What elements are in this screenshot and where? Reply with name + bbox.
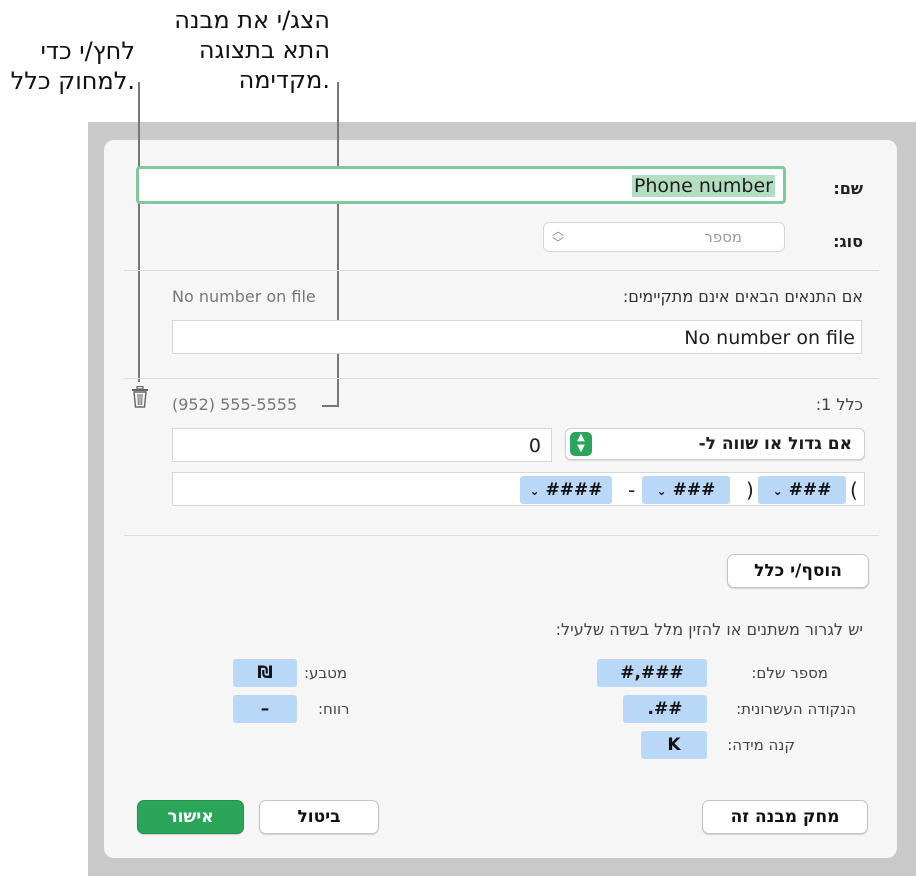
name-field[interactable]: Phone number xyxy=(136,166,786,204)
chevron-down-icon: ⌄ xyxy=(656,484,667,498)
space-token[interactable]: – xyxy=(233,695,297,723)
callout-line-preview xyxy=(337,82,339,407)
decimal-token[interactable]: .## xyxy=(623,695,707,723)
scale-token[interactable]: K xyxy=(641,731,707,759)
divider-top xyxy=(124,270,879,271)
chevron-down-icon: ⌄ xyxy=(772,484,783,498)
no-match-field-text[interactable]: No number on file xyxy=(684,327,855,349)
ok-button[interactable]: אישור xyxy=(137,800,244,834)
callout-line-delete xyxy=(138,82,140,382)
name-input-text[interactable]: Phone number xyxy=(631,175,775,197)
drag-hint: יש לגרור משתנים או להזין מלל בשדה שלעיל: xyxy=(555,620,863,639)
format-open-paren: ( xyxy=(850,478,858,502)
space-label: רווח: xyxy=(318,700,350,718)
format-dash: - xyxy=(628,478,636,502)
format-token-area-code[interactable]: ⌄ ### xyxy=(758,476,846,504)
whole-number-label: מספר שלם: xyxy=(751,664,828,682)
scale-label: קנה מידה: xyxy=(727,736,795,754)
rule1-label: כלל 1: xyxy=(815,395,863,414)
divider-mid xyxy=(124,378,879,379)
no-match-field[interactable]: No number on file xyxy=(172,320,862,354)
rule-condition-text: אם גדול או שווה ל- xyxy=(698,434,852,454)
currency-token[interactable]: ₪ xyxy=(233,659,297,687)
rule1-preview: (952) 555-5555 xyxy=(172,395,298,414)
updown-chevron-icon: ︿ ﹀ xyxy=(552,224,565,250)
delete-format-button[interactable]: מחק מבנה זה xyxy=(702,800,868,834)
format-token-line-number[interactable]: ⌄ #### xyxy=(520,476,612,504)
decimal-label: הנקודה העשרונית: xyxy=(736,700,856,718)
callout-preview: הצג/י את מבנה התא בתצוגה מקדימה. xyxy=(174,6,330,94)
trash-icon[interactable] xyxy=(131,385,149,408)
rule-condition-select[interactable]: אם גדול או שווה ל- ▲ ▼ xyxy=(565,428,865,460)
type-select[interactable]: מספר ︿ ﹀ xyxy=(543,222,785,252)
type-select-value: מספר xyxy=(704,228,742,246)
format-close-paren: ) xyxy=(746,478,754,502)
line-number-token-text: #### xyxy=(545,480,603,500)
rule-value-field[interactable]: 0 xyxy=(172,428,552,462)
updown-green-icon: ▲ ▼ xyxy=(570,432,592,456)
name-label: שם: xyxy=(833,179,863,198)
area-code-token-text: ### xyxy=(788,480,832,500)
chevron-down-icon: ⌄ xyxy=(529,484,540,498)
add-rule-button[interactable]: הוסף/י כלל xyxy=(727,554,869,588)
prefix-token-text: ### xyxy=(672,480,716,500)
format-token-prefix[interactable]: ⌄ ### xyxy=(642,476,730,504)
cancel-button[interactable]: ביטול xyxy=(259,800,379,834)
currency-label: מטבע: xyxy=(304,664,348,682)
type-label: סוג: xyxy=(833,232,863,251)
no-match-preview: No number on file xyxy=(172,287,316,306)
callout-delete-rule: לחץ/י כדי למחוק כלל. xyxy=(10,37,135,95)
whole-number-token[interactable]: #,### xyxy=(597,659,707,687)
no-match-label: אם התנאים הבאים אינם מתקיימים: xyxy=(622,287,863,306)
rule-value-text[interactable]: 0 xyxy=(529,435,541,457)
divider-bottom xyxy=(124,535,879,536)
callout-line-preview-tick xyxy=(322,405,339,407)
